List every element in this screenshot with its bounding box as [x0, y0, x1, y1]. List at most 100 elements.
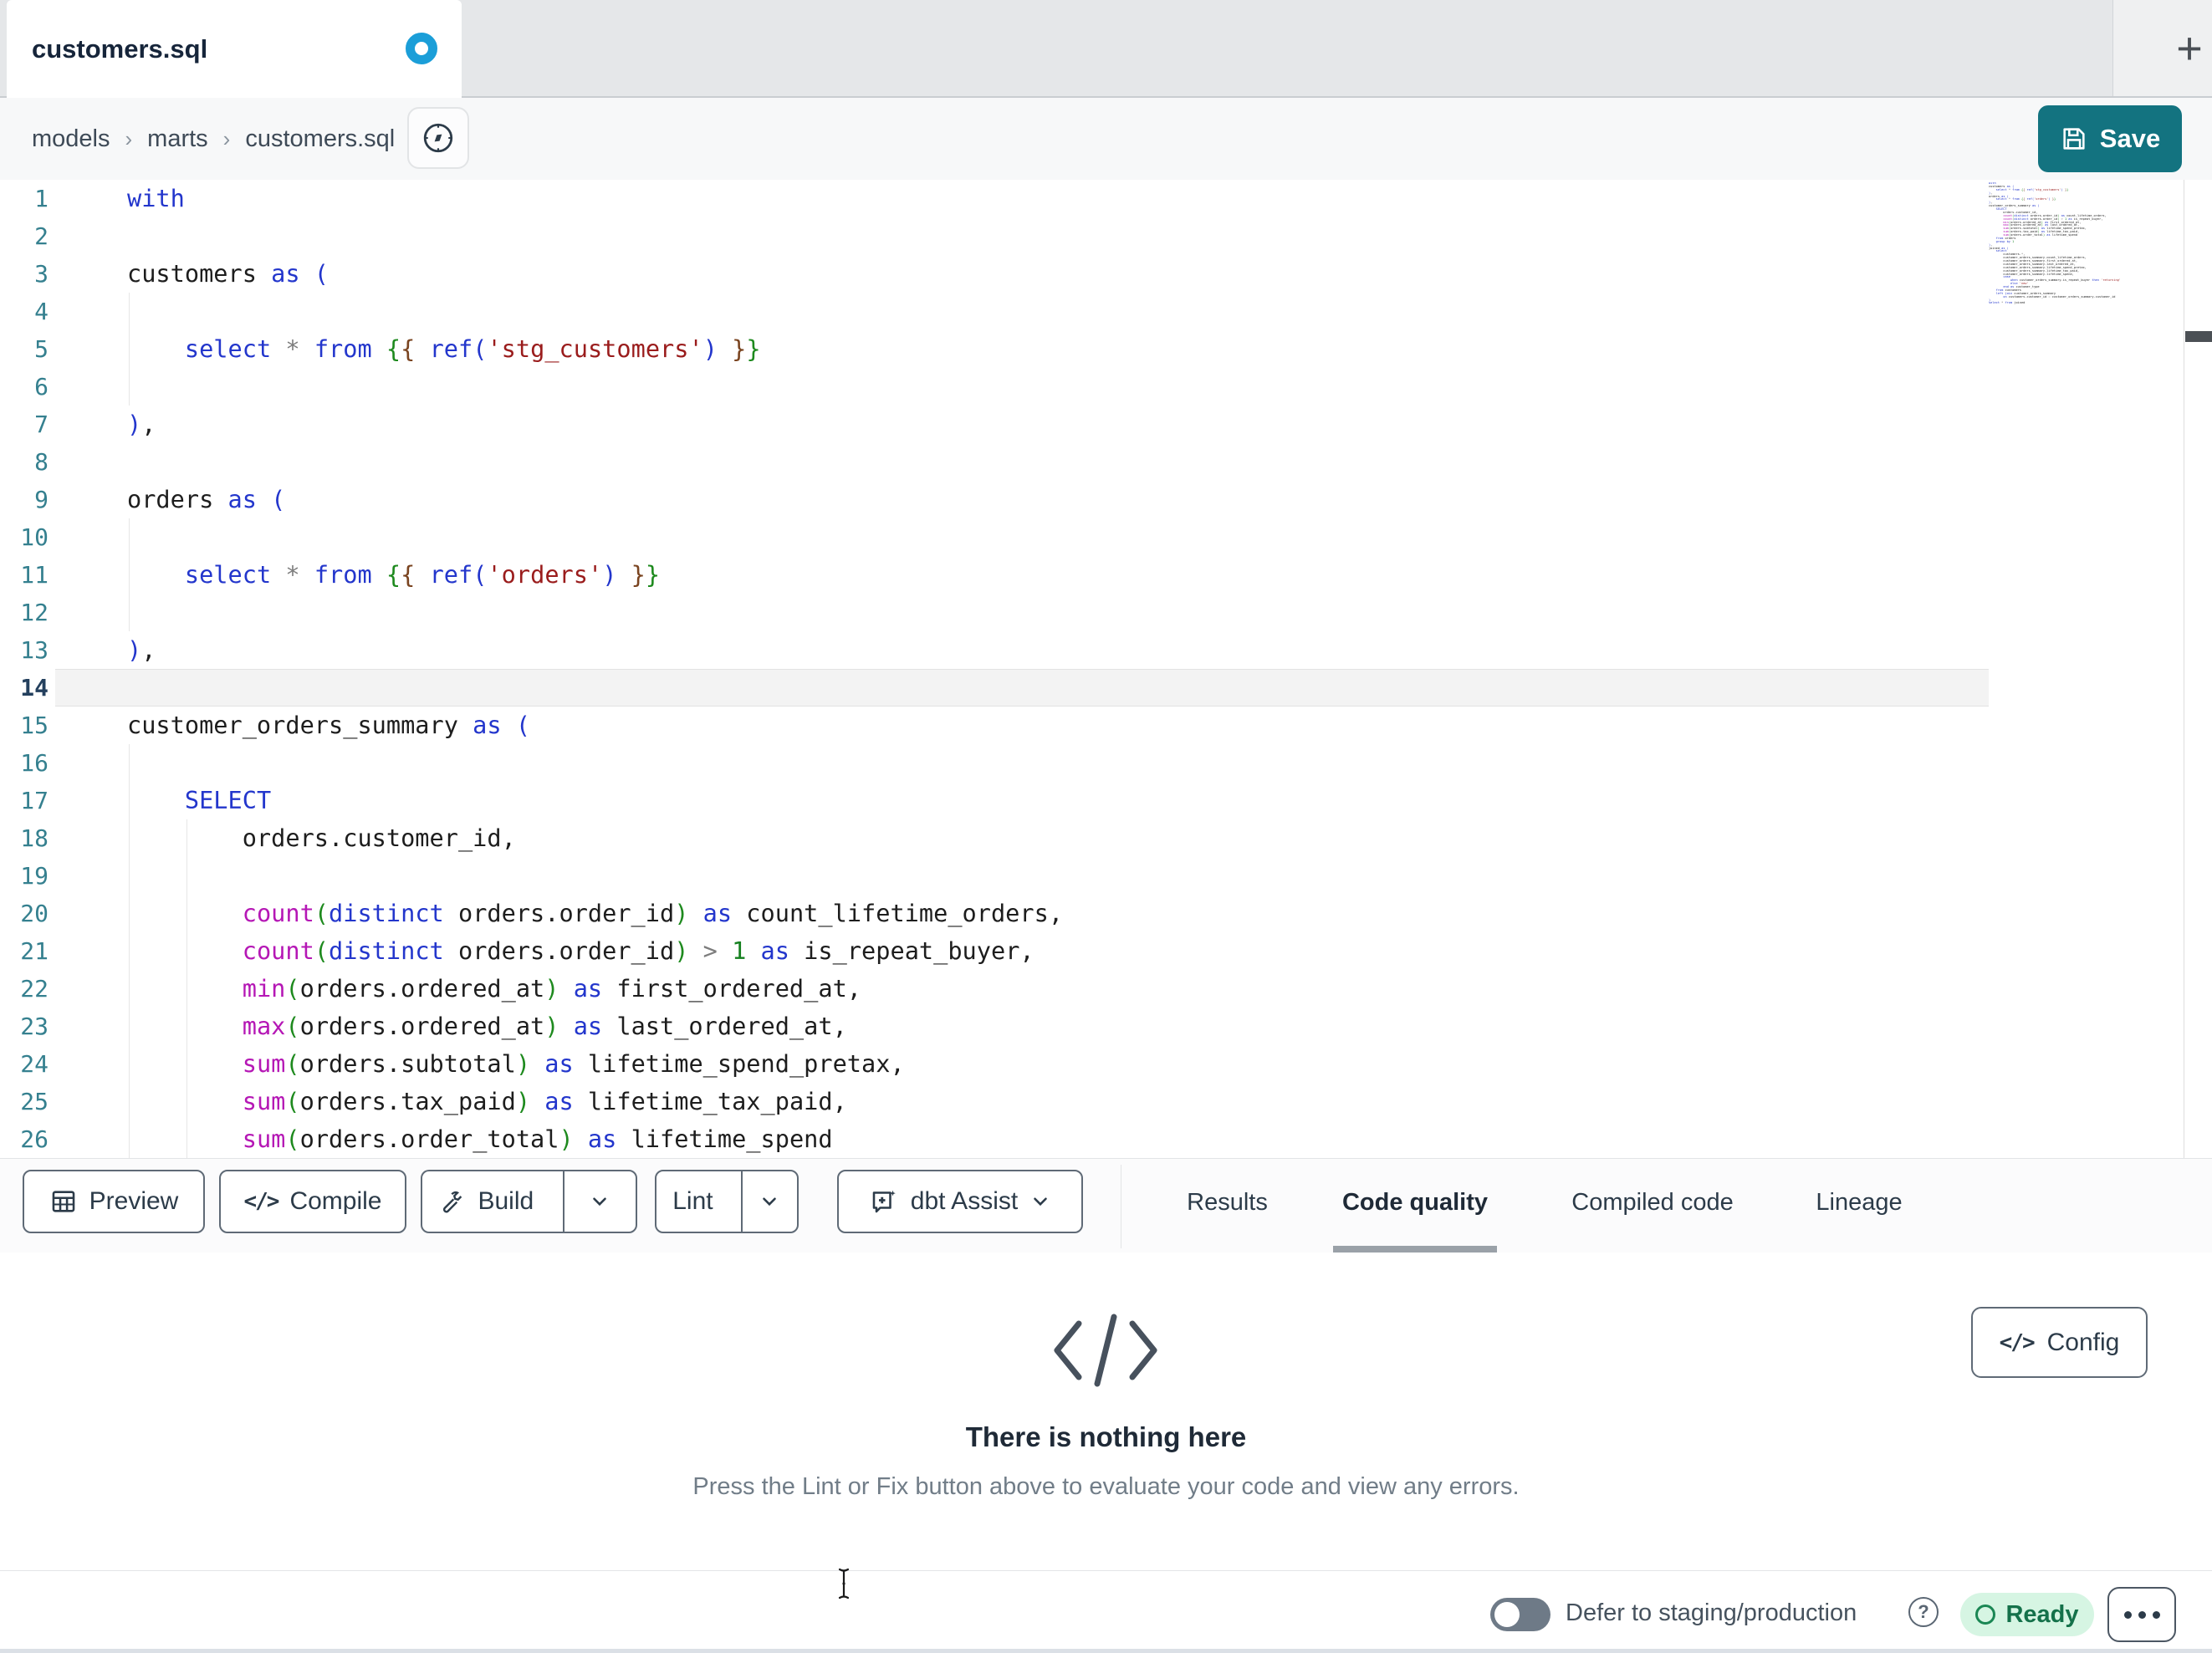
- tab-lineage[interactable]: Lineage: [1802, 1159, 1916, 1247]
- line-number: 24: [20, 1050, 49, 1078]
- dbt-assist-button[interactable]: dbt Assist: [837, 1170, 1083, 1233]
- tab-strip: customers.sql +: [0, 0, 2212, 98]
- config-button[interactable]: </> Config: [1971, 1307, 2148, 1378]
- wrench-icon: [439, 1188, 466, 1215]
- build-button[interactable]: Build: [422, 1171, 551, 1232]
- build-split-button: Build: [421, 1170, 637, 1233]
- status-badge-label: Ready: [2005, 1600, 2079, 1628]
- file-tab-title: customers.sql: [32, 33, 208, 64]
- status-bar: Defer to staging/production ? Ready: [0, 1570, 2212, 1649]
- code-editor[interactable]: 1 with 2 3 customers as (4 5 select * from {{…: [0, 180, 1989, 1158]
- line-number: 6: [34, 373, 49, 400]
- breadcrumb-item-marts[interactable]: marts: [147, 125, 208, 153]
- code-text: sum(orders.tax_paid) as lifetime_tax_pai…: [242, 1087, 847, 1115]
- line-number: 1: [34, 185, 49, 212]
- code-line[interactable]: 2: [0, 217, 1989, 255]
- minimap[interactable]: with customers as ( select * from {{ ref(…: [1989, 182, 2184, 383]
- defer-label: Defer to staging/production: [1566, 1599, 1857, 1626]
- line-number: 25: [20, 1088, 49, 1115]
- code-text: min(orders.ordered_at) as first_ordered_…: [242, 974, 862, 1003]
- scrollbar-marker[interactable]: [2185, 331, 2212, 342]
- code-line[interactable]: 4: [0, 293, 1989, 330]
- help-icon[interactable]: ?: [1908, 1597, 1939, 1627]
- compile-button[interactable]: </> Compile: [219, 1170, 406, 1233]
- line-number: 21: [20, 937, 49, 965]
- compass-icon: [421, 120, 456, 156]
- build-dropdown-button[interactable]: [562, 1171, 636, 1232]
- ellipsis-icon: [2123, 1610, 2132, 1619]
- breadcrumb-item-models[interactable]: models: [32, 125, 110, 153]
- status-badge: Ready: [1960, 1593, 2094, 1636]
- line-number: 17: [20, 787, 49, 814]
- preview-button[interactable]: Preview: [23, 1170, 205, 1233]
- lineage-compass-button[interactable]: [407, 107, 469, 169]
- dbt-assist-button-label: dbt Assist: [910, 1187, 1019, 1215]
- lint-button-label: Lint: [672, 1187, 713, 1215]
- code-line[interactable]: 12: [0, 594, 1989, 631]
- empty-state-subtitle: Press the Lint or Fix button above to ev…: [692, 1473, 1520, 1500]
- chevron-down-icon: [759, 1191, 780, 1212]
- window-bottom-edge: [0, 1649, 2212, 1653]
- code-line[interactable]: 23 max(orders.ordered_at) as last_ordere…: [0, 1008, 1989, 1045]
- tab-compiled-code[interactable]: Compiled code: [1556, 1159, 1750, 1247]
- code-brackets-icon: </>: [1999, 1329, 2036, 1355]
- code-line[interactable]: 22 min(orders.ordered_at) as first_order…: [0, 970, 1989, 1008]
- line-number: 3: [34, 260, 49, 288]
- code-line[interactable]: 20 count(distinct orders.order_id) as co…: [0, 895, 1989, 932]
- code-line[interactable]: 1 with: [0, 180, 1989, 217]
- code-line[interactable]: 25 sum(orders.tax_paid) as lifetime_tax_…: [0, 1083, 1989, 1120]
- dbt-ide-window: customers.sql + models › marts › custome…: [0, 0, 2212, 1653]
- code-line[interactable]: 8: [0, 443, 1989, 481]
- save-button[interactable]: Save: [2038, 105, 2182, 172]
- line-number: 14: [20, 674, 49, 702]
- tab-compiled-code-label: Compiled code: [1571, 1189, 1734, 1216]
- code-line[interactable]: 17 SELECT: [0, 782, 1989, 819]
- action-toolbar: Preview </> Compile Build Lint dbt Assis…: [0, 1158, 2212, 1253]
- build-button-label: Build: [478, 1187, 534, 1215]
- code-line[interactable]: 26 sum(orders.order_total) as lifetime_s…: [0, 1120, 1989, 1158]
- preview-button-label: Preview: [89, 1187, 179, 1215]
- file-tab-customers-sql[interactable]: customers.sql: [7, 0, 462, 98]
- lint-dropdown-button[interactable]: [740, 1171, 797, 1232]
- code-line[interactable]: 5 select * from {{ ref('stg_customers') …: [0, 330, 1989, 368]
- save-button-label: Save: [2099, 124, 2161, 153]
- code-line[interactable]: 21 count(distinct orders.order_id) > 1 a…: [0, 932, 1989, 970]
- code-line[interactable]: 6: [0, 368, 1989, 406]
- code-line[interactable]: 19: [0, 857, 1989, 895]
- chat-bubble-sparkle-icon: [869, 1186, 899, 1217]
- line-number: 11: [20, 561, 49, 589]
- breadcrumb-item-file: customers.sql: [245, 125, 396, 152]
- defer-toggle[interactable]: [1490, 1598, 1550, 1631]
- code-text: ),: [127, 635, 156, 664]
- line-number: 22: [20, 975, 49, 1003]
- line-number: 19: [20, 862, 49, 890]
- tab-code-quality[interactable]: Code quality: [1333, 1159, 1497, 1247]
- code-line[interactable]: 14: [0, 669, 1989, 707]
- indent-guide: [129, 518, 130, 631]
- code-line[interactable]: 10: [0, 518, 1989, 556]
- indent-guide: [129, 293, 130, 406]
- code-line[interactable]: 3 customers as (: [0, 255, 1989, 293]
- code-line[interactable]: 16: [0, 744, 1989, 782]
- code-line[interactable]: 18 orders.customer_id,: [0, 819, 1989, 857]
- code-text: select * from {{ ref('stg_customers') }}: [184, 334, 761, 363]
- tab-results[interactable]: Results: [1175, 1159, 1280, 1247]
- code-text: customers as (: [127, 259, 330, 288]
- code-line[interactable]: 15 customer_orders_summary as (: [0, 707, 1989, 744]
- more-options-button[interactable]: [2107, 1587, 2176, 1642]
- code-line[interactable]: 7),: [0, 406, 1989, 443]
- line-number: 5: [34, 335, 49, 363]
- lint-button[interactable]: Lint: [656, 1171, 729, 1232]
- indent-guide: [186, 819, 187, 1158]
- code-line[interactable]: 24 sum(orders.subtotal) as lifetime_spen…: [0, 1045, 1989, 1083]
- unsaved-changes-icon[interactable]: [406, 33, 437, 64]
- code-text: sum(orders.subtotal) as lifetime_spend_p…: [242, 1049, 905, 1078]
- tab-code-quality-label: Code quality: [1341, 1189, 1488, 1216]
- code-line[interactable]: 13),: [0, 631, 1989, 669]
- new-tab-button[interactable]: +: [2164, 23, 2212, 74]
- code-line[interactable]: 9 orders as (: [0, 481, 1989, 518]
- line-number: 26: [20, 1125, 49, 1153]
- code-line[interactable]: 11 select * from {{ ref('orders') }}: [0, 556, 1989, 594]
- chevron-right-icon: ›: [125, 125, 133, 151]
- chevron-down-icon: [589, 1191, 610, 1212]
